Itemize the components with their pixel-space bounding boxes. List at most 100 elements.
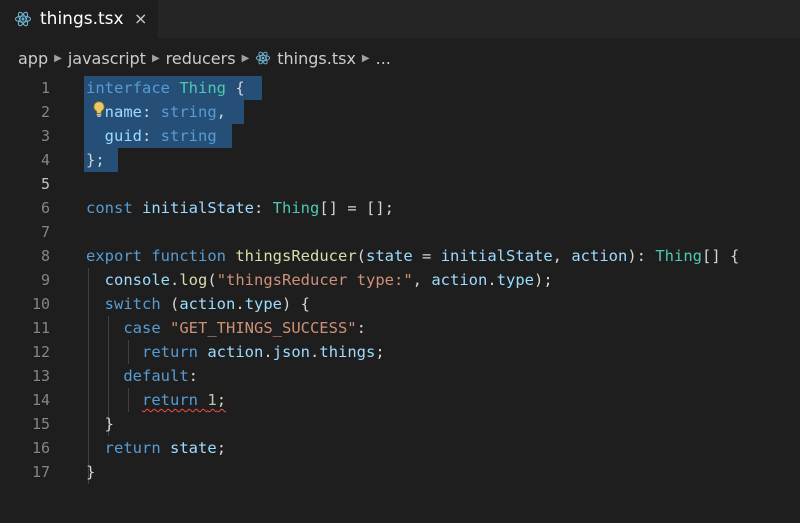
code-line[interactable]: 3 guid: string	[0, 124, 800, 148]
code-editor[interactable]: 1 interface Thing {2 name: string, 3 guid:…	[0, 72, 800, 523]
code-token: ) {	[282, 295, 311, 313]
code-line[interactable]: 14 return 1;	[0, 388, 800, 412]
code-token: =	[412, 247, 441, 265]
code-token: 1	[207, 391, 217, 409]
code-token: (	[160, 295, 180, 313]
code-token: :	[254, 199, 273, 217]
breadcrumb-item-reducers[interactable]: reducers	[166, 49, 236, 68]
code-line[interactable]: 5	[0, 172, 800, 196]
breadcrumb-item-app[interactable]: app	[18, 49, 48, 68]
code-text: return action.json.things;	[86, 340, 385, 364]
code-token: .	[487, 271, 497, 289]
code-line[interactable]: 13 default:	[0, 364, 800, 388]
code-text: }	[86, 412, 114, 436]
line-number: 15	[31, 415, 50, 433]
code-token: guid	[104, 127, 142, 145]
code-token: ;	[216, 439, 227, 457]
code-token: :	[142, 103, 161, 121]
lightbulb-icon[interactable]	[90, 100, 108, 118]
line-number: 10	[31, 295, 50, 313]
code-token: ,	[412, 271, 432, 289]
code-token: (	[207, 271, 217, 289]
line-number: 12	[31, 343, 50, 361]
code-token: "thingsReducer type:"	[216, 271, 413, 289]
code-line[interactable]: 4};	[0, 148, 800, 172]
tab-title: things.tsx	[40, 9, 124, 29]
code-token: ,	[216, 103, 227, 121]
code-line[interactable]: 2 name: string,	[0, 100, 800, 124]
code-token: console	[104, 271, 170, 289]
code-token: return	[104, 439, 161, 457]
line-number: 5	[40, 175, 50, 193]
code-token: thingsReducer	[235, 247, 357, 265]
code-token: name	[104, 103, 142, 121]
line-number: 13	[31, 367, 50, 385]
code-line[interactable]: 6 const initialState: Thing[] = [];	[0, 196, 800, 220]
code-token: action	[207, 343, 264, 361]
code-text: case "GET_THINGS_SUCCESS":	[86, 316, 366, 340]
code-token: const	[86, 199, 133, 217]
breadcrumb-item-more[interactable]: ...	[376, 49, 391, 68]
code-line[interactable]: 15 }	[0, 412, 800, 436]
code-token: Thing	[272, 199, 320, 217]
code-text: guid: string	[86, 124, 217, 148]
code-line[interactable]: 8 export function thingsReducer(state = i…	[0, 244, 800, 268]
code-token: "GET_THINGS_SUCCESS"	[170, 319, 357, 337]
code-line[interactable]: 7	[0, 220, 800, 244]
line-number: 16	[31, 439, 50, 457]
code-token: .	[263, 343, 273, 361]
code-token: export	[86, 247, 142, 265]
code-token: action	[179, 295, 236, 313]
code-token: action	[431, 271, 488, 289]
code-token: return	[142, 391, 198, 409]
code-token: {	[226, 79, 245, 97]
chevron-right-icon: ▶	[151, 52, 160, 64]
code-line[interactable]: 11 case "GET_THINGS_SUCCESS":	[0, 316, 800, 340]
line-number: 14	[31, 391, 50, 409]
code-text: return 1;	[86, 388, 226, 412]
code-line[interactable]: 9 console.log("thingsReducer type:", act…	[0, 268, 800, 292]
code-token: action	[571, 247, 628, 265]
close-icon[interactable]: ×	[134, 9, 147, 28]
code-line[interactable]: 1 interface Thing {	[0, 76, 800, 100]
code-token: :	[356, 319, 366, 337]
code-token: (	[356, 247, 367, 265]
code-line[interactable]: 17}	[0, 460, 800, 484]
code-token: .	[235, 295, 245, 313]
code-token: default	[123, 367, 189, 385]
line-number: 4	[40, 151, 50, 169]
code-text: console.log("thingsReducer type:", actio…	[86, 268, 553, 292]
chevron-right-icon: ▶	[241, 52, 250, 64]
react-file-icon	[14, 11, 32, 27]
code-token: [] {	[702, 247, 740, 265]
tab-things-tsx[interactable]: things.tsx ×	[0, 0, 158, 38]
line-number: 6	[40, 199, 50, 217]
code-token: string	[160, 127, 217, 145]
code-token: .	[170, 271, 180, 289]
code-token: Thing	[179, 79, 227, 97]
code-token: }	[86, 415, 114, 433]
code-line[interactable]: 12 return action.json.things;	[0, 340, 800, 364]
code-token: string	[160, 103, 217, 121]
code-token: }	[86, 463, 96, 481]
line-number: 7	[40, 223, 50, 241]
code-token: state	[170, 439, 217, 457]
code-token: ):	[627, 247, 656, 265]
breadcrumb-item-javascript[interactable]: javascript	[68, 49, 146, 68]
code-line[interactable]: 10 switch (action.type) {	[0, 292, 800, 316]
code-token: log	[179, 271, 208, 289]
code-token: state	[366, 247, 413, 265]
breadcrumb-item-file[interactable]: things.tsx	[277, 49, 356, 68]
code-line[interactable]: 16 return state;	[0, 436, 800, 460]
